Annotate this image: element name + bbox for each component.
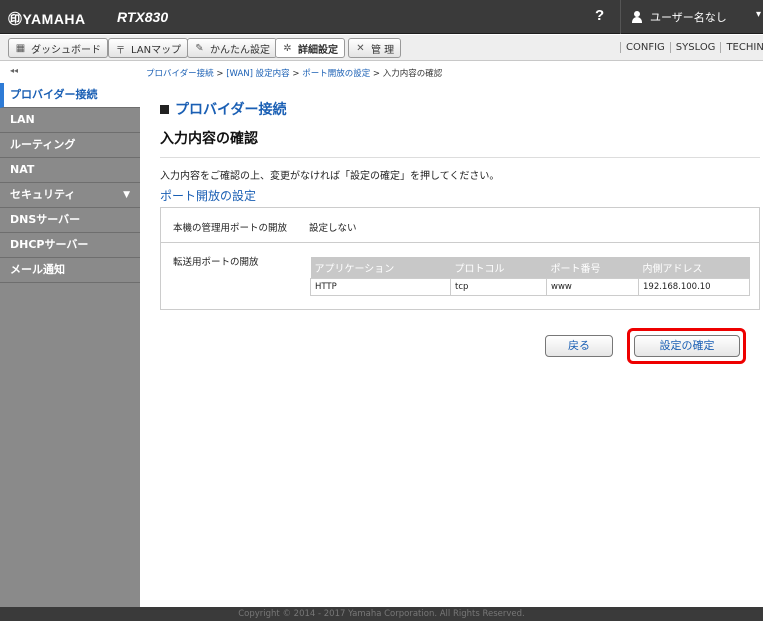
col-header: ポート番号 (546, 257, 639, 278)
section-title-text: プロバイダー接続 (175, 102, 287, 118)
sidebar-item-provider[interactable]: プロバイダー接続 (0, 83, 140, 108)
config-link[interactable]: CONFIG (620, 42, 670, 53)
breadcrumb-current: 入力内容の確認 (382, 69, 443, 79)
tab-advanced-settings[interactable]: ✲ 詳細設定 (275, 38, 345, 58)
gear-icon: ✲ (283, 42, 292, 54)
col-header: アプリケーション (310, 257, 451, 278)
utility-links: CONFIGSYSLOGTECHINFO (620, 42, 763, 53)
page-title: 入力内容の確認 (160, 131, 258, 147)
breadcrumb-link[interactable]: プロバイダー接続 (146, 69, 214, 79)
easy-setup-icon: ✎ (195, 42, 204, 54)
mgmt-port-label: 本機の管理用ポートの開放 (173, 223, 288, 234)
table-header-row: アプリケーション プロトコル ポート番号 内側アドレス (310, 257, 750, 278)
col-header: プロトコル (450, 257, 547, 278)
back-button[interactable]: 戻る (545, 335, 613, 357)
breadcrumb-link[interactable]: ポート開放の設定 (302, 69, 370, 79)
tab-label: LANマップ (131, 44, 182, 56)
instruction-text: 入力内容をご確認の上、変更がなければ「設定の確定」を押してください。 (160, 171, 500, 182)
sidebar: プロバイダー接続 LAN ルーティング NAT セキュリティ ▼ DNSサーバー… (0, 83, 140, 608)
user-label: ユーザー名なし (650, 11, 727, 24)
breadcrumb: プロバイダー接続 > [WAN] 設定内容 > ポート開放の設定 > 入力内容の… (146, 69, 443, 79)
wrench-icon: ✕ (356, 42, 365, 54)
col-header: 内側アドレス (638, 257, 750, 278)
section-title: プロバイダー接続 (160, 99, 286, 119)
sidebar-item-dns[interactable]: DNSサーバー (0, 208, 140, 233)
top-bar: ㊞YAMAHA RTX830 ? ユーザー名なし ▾ (0, 0, 763, 34)
fwd-port-label: 転送用ポートの開放 (173, 257, 259, 268)
main-nav: ▦ ダッシュボード ╤ LANマップ ✎ かんたん設定 ✲ 詳細設定 ✕ 管 理… (0, 35, 763, 61)
breadcrumb-link[interactable]: [WAN] 設定内容 (226, 69, 289, 79)
footer-copyright: Copyright © 2014 - 2017 Yamaha Corporati… (0, 607, 763, 621)
tab-label: 詳細設定 (298, 44, 338, 56)
tab-dashboard[interactable]: ▦ ダッシュボード (8, 38, 108, 58)
settings-panel: 本機の管理用ポートの開放 設定しない 転送用ポートの開放 アプリケーション プロ… (160, 207, 760, 310)
sidebar-item-security[interactable]: セキュリティ ▼ (0, 183, 140, 208)
chevron-down-icon[interactable]: ▾ (756, 9, 761, 20)
lan-map-icon: ╤ (117, 42, 124, 54)
divider (160, 157, 760, 158)
user-menu[interactable]: ユーザー名なし (632, 9, 727, 25)
sidebar-item-label: セキュリティ (10, 188, 76, 201)
sidebar-item-mail[interactable]: メール通知 (0, 258, 140, 283)
mgmt-port-value: 設定しない (309, 223, 357, 234)
table-row: HTTP tcp www 192.168.100.10 (310, 277, 750, 296)
sidebar-item-routing[interactable]: ルーティング (0, 133, 140, 158)
user-icon (632, 11, 642, 23)
yamaha-logo: ㊞YAMAHA (8, 11, 86, 27)
tab-lan-map[interactable]: ╤ LANマップ (108, 38, 189, 58)
square-bullet-icon (160, 104, 169, 114)
mgmt-port-row: 本機の管理用ポートの開放 設定しない (161, 208, 759, 243)
syslog-link[interactable]: SYSLOG (669, 42, 721, 53)
tab-easy-setup[interactable]: ✎ かんたん設定 (187, 38, 277, 58)
cell-application: HTTP (310, 277, 451, 296)
cell-address: 192.168.100.10 (638, 277, 750, 296)
port-open-heading: ポート開放の設定 (160, 189, 257, 203)
model-name: RTX830 (117, 9, 169, 25)
expand-arrow-icon: ▼ (123, 190, 130, 200)
highlight-box (627, 328, 746, 364)
tab-label: ダッシュボード (31, 44, 101, 56)
cell-protocol: tcp (450, 277, 547, 296)
tab-label: かんたん設定 (210, 44, 270, 56)
tab-label: 管 理 (371, 44, 395, 56)
sidebar-item-nat[interactable]: NAT (0, 158, 140, 183)
collapse-sidebar-icon[interactable]: ◂◂ (10, 66, 18, 75)
dashboard-icon: ▦ (15, 42, 26, 54)
tab-management[interactable]: ✕ 管 理 (348, 38, 402, 58)
forward-port-table: アプリケーション プロトコル ポート番号 内側アドレス HTTP tcp www… (310, 257, 750, 296)
cell-port: www (546, 277, 639, 296)
sidebar-item-dhcp[interactable]: DHCPサーバー (0, 233, 140, 258)
sidebar-item-lan[interactable]: LAN (0, 108, 140, 133)
techinfo-link[interactable]: TECHINFO (720, 42, 763, 53)
help-button[interactable]: ? (595, 7, 604, 24)
top-divider (620, 0, 621, 34)
